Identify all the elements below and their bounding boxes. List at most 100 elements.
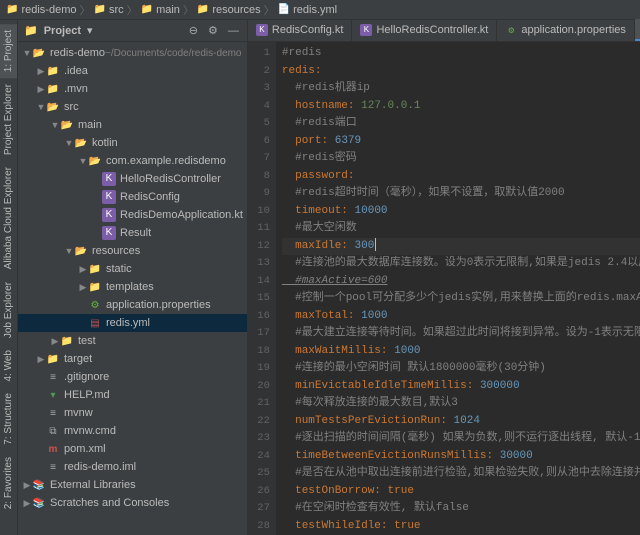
editor-tab[interactable]: KHelloRedisController.kt <box>352 19 497 41</box>
tree-label: HELP.md <box>64 389 110 401</box>
code-line[interactable]: timeBetweenEvictionRunsMillis: 30000 <box>282 448 640 466</box>
xml-icon: m <box>46 442 60 456</box>
code-line[interactable]: #在空闲时检查有效性, 默认false <box>282 500 640 518</box>
editor-tab[interactable]: ▤redis.yml <box>635 19 640 41</box>
code-line[interactable]: password: <box>282 168 640 186</box>
code-line[interactable]: hostname: 127.0.0.1 <box>282 98 640 116</box>
breadcrumb-item[interactable]: 📁src <box>93 4 123 16</box>
code-line[interactable]: #redis超时时间（毫秒），如果不设置，取默认值2000 <box>282 185 640 203</box>
expand-arrow-icon[interactable]: ▼ <box>64 138 74 148</box>
tool-window-tab[interactable]: Alibaba Cloud Explorer <box>0 161 17 275</box>
tree-row[interactable]: KHelloRedisController <box>18 170 247 188</box>
tree-row[interactable]: ⚙application.properties <box>18 296 247 314</box>
line-gutter: 1234567891011121314151617181920212223242… <box>248 42 276 535</box>
editor-tab[interactable]: ⚙application.properties <box>497 19 635 41</box>
code-line[interactable]: #最大空闲数 <box>282 220 640 238</box>
code-line[interactable]: #redis密码 <box>282 150 640 168</box>
code-line[interactable]: #连接的最小空闲时间 默认1800000毫秒(30分钟) <box>282 360 640 378</box>
code-line[interactable]: maxIdle: 300 <box>282 238 640 256</box>
tool-window-tab[interactable]: 7: Structure <box>0 387 17 451</box>
tree-row[interactable]: ▶📁static <box>18 260 247 278</box>
code-line[interactable]: #是否在从池中取出连接前进行检验,如果检验失败,则从池中去除连接并尝试取出另 <box>282 465 640 483</box>
code-line[interactable]: testWhileIdle: true <box>282 518 640 535</box>
breadcrumb-item[interactable]: 📁main <box>141 4 180 16</box>
txt-icon: ≡ <box>46 370 60 384</box>
code-line[interactable]: maxWaitMillis: 1000 <box>282 343 640 361</box>
project-tree[interactable]: ▼📂redis-demo ~/Documents/code/redis-demo… <box>18 42 247 535</box>
tree-row[interactable]: ▼📂com.example.redisdemo <box>18 152 247 170</box>
expand-arrow-icon[interactable]: ▶ <box>36 84 46 95</box>
tree-row[interactable]: KRedisDemoApplication.kt <box>18 206 247 224</box>
expand-arrow-icon[interactable]: ▼ <box>22 48 32 58</box>
code-line[interactable]: #最大建立连接等待时间。如果超过此时间将接到异常。设为-1表示无限制。 <box>282 325 640 343</box>
tree-row[interactable]: ▤redis.yml <box>18 314 247 332</box>
code-line[interactable]: maxTotal: 1000 <box>282 308 640 326</box>
code-content[interactable]: #redisredis: #redis机器ip hostname: 127.0.… <box>276 42 640 535</box>
expand-arrow-icon[interactable]: ▶ <box>22 480 32 491</box>
tool-window-tab[interactable]: Job Explorer <box>0 276 17 344</box>
tree-row[interactable]: ▶📚External Libraries <box>18 476 247 494</box>
dropdown-icon[interactable]: ▾ <box>87 24 93 37</box>
library-icon: 📚 <box>32 496 46 510</box>
tree-row[interactable]: ≡mvnw <box>18 404 247 422</box>
tree-row[interactable]: KRedisConfig <box>18 188 247 206</box>
settings-icon[interactable]: ⚙ <box>206 24 220 37</box>
expand-arrow-icon[interactable]: ▶ <box>78 282 88 293</box>
code-line[interactable]: minEvictableIdleTimeMillis: 300000 <box>282 378 640 396</box>
tree-row[interactable]: ▶📁.idea <box>18 62 247 80</box>
editor-tab[interactable]: KRedisConfig.kt <box>248 19 353 41</box>
tree-row[interactable]: KResult <box>18 224 247 242</box>
code-line[interactable]: redis: <box>282 63 640 81</box>
expand-arrow-icon[interactable]: ▶ <box>78 264 88 275</box>
tree-row[interactable]: ⧉mvnw.cmd <box>18 422 247 440</box>
tree-row[interactable]: ▼📂redis-demo ~/Documents/code/redis-demo <box>18 44 247 62</box>
code-line[interactable]: #redis机器ip <box>282 80 640 98</box>
folder-icon: 📁 <box>60 334 74 348</box>
editor-body[interactable]: 1234567891011121314151617181920212223242… <box>248 42 640 535</box>
code-line[interactable]: #每次释放连接的最大数目,默认3 <box>282 395 640 413</box>
collapse-icon[interactable]: ⊖ <box>187 24 200 37</box>
tree-row[interactable]: ▶📁target <box>18 350 247 368</box>
expand-arrow-icon[interactable]: ▼ <box>78 156 88 166</box>
breadcrumb-item[interactable]: 📁redis-demo <box>6 4 76 16</box>
expand-arrow-icon[interactable]: ▶ <box>36 354 46 365</box>
tree-row[interactable]: ▼📂resources <box>18 242 247 260</box>
breadcrumb-item[interactable]: 📄redis.yml <box>278 4 337 16</box>
code-line[interactable]: timeout: 10000 <box>282 203 640 221</box>
expand-arrow-icon[interactable]: ▼ <box>50 120 60 130</box>
tree-row[interactable]: ≡redis-demo.iml <box>18 458 247 476</box>
tree-row[interactable]: ≡.gitignore <box>18 368 247 386</box>
code-line[interactable]: numTestsPerEvictionRun: 1024 <box>282 413 640 431</box>
code-line[interactable]: #逐出扫描的时间间隔(毫秒) 如果为负数,则不运行逐出线程, 默认-1 <box>282 430 640 448</box>
code-line[interactable]: port: 6379 <box>282 133 640 151</box>
code-line[interactable]: #连接池的最大数据库连接数。设为0表示无限制,如果是jedis 2.4以后用re… <box>282 255 640 273</box>
expand-arrow-icon[interactable]: ▼ <box>36 102 46 112</box>
code-line[interactable]: #maxActive=600 <box>282 273 640 291</box>
breadcrumb-label: redis-demo <box>21 4 76 16</box>
expand-arrow-icon[interactable]: ▼ <box>64 246 74 256</box>
code-line[interactable]: #redis <box>282 45 640 63</box>
tree-label: templates <box>106 281 154 293</box>
code-line[interactable]: #redis端口 <box>282 115 640 133</box>
tool-window-tab[interactable]: Project Explorer <box>0 78 17 161</box>
code-line[interactable]: #控制一个pool可分配多少个jedis实例,用来替换上面的redis.maxA… <box>282 290 640 308</box>
tree-row[interactable]: ▾HELP.md <box>18 386 247 404</box>
folder-icon: 📁 <box>88 262 102 276</box>
tree-row[interactable]: ▶📁.mvn <box>18 80 247 98</box>
hide-icon[interactable]: — <box>226 25 241 37</box>
expand-arrow-icon[interactable]: ▶ <box>36 66 46 77</box>
tree-row[interactable]: ▼📂src <box>18 98 247 116</box>
expand-arrow-icon[interactable]: ▶ <box>50 336 60 347</box>
tree-row[interactable]: ▶📚Scratches and Consoles <box>18 494 247 512</box>
tree-row[interactable]: mpom.xml <box>18 440 247 458</box>
tool-window-tab[interactable]: 2: Favorites <box>0 451 17 515</box>
tree-row[interactable]: ▼📂kotlin <box>18 134 247 152</box>
tree-row[interactable]: ▶📁test <box>18 332 247 350</box>
tool-window-tab[interactable]: 4: Web <box>0 344 17 388</box>
tree-row[interactable]: ▼📂main <box>18 116 247 134</box>
tree-row[interactable]: ▶📁templates <box>18 278 247 296</box>
expand-arrow-icon[interactable]: ▶ <box>22 498 32 509</box>
breadcrumb-item[interactable]: 📁resources <box>197 4 261 16</box>
tool-window-tab[interactable]: 1: Project <box>0 24 17 78</box>
code-line[interactable]: testOnBorrow: true <box>282 483 640 501</box>
